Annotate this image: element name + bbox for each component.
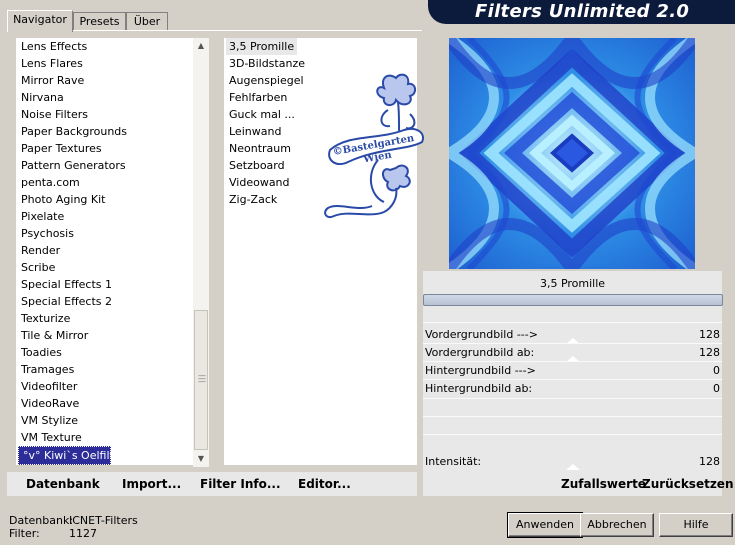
param-divider xyxy=(423,379,722,380)
category-item[interactable]: Psychosis xyxy=(17,225,74,242)
filter-item[interactable]: Zig-Zack xyxy=(226,191,280,208)
category-item[interactable]: Mirror Rave xyxy=(17,72,84,89)
filter-item[interactable]: Videowand xyxy=(226,174,293,191)
editor-link[interactable]: Editor... xyxy=(298,477,351,491)
param-divider xyxy=(423,416,722,417)
category-item-selected[interactable]: °v° Kiwi`s Oelfilter xyxy=(18,446,125,465)
tab-presets[interactable]: Presets xyxy=(73,12,126,31)
database-link-label: Datenbank xyxy=(26,477,100,491)
category-item[interactable]: Noise Filters xyxy=(17,106,88,123)
param-label-hintergrund-ab: Hintergrundbild ab: xyxy=(425,382,533,395)
param-label-vordergrund-ab: Vordergrundbild ab: xyxy=(425,346,535,359)
param-value-vordergrund-ab[interactable]: 128 xyxy=(690,346,720,359)
param-value-hintergrund[interactable]: 0 xyxy=(690,364,720,377)
category-item[interactable]: VM Texture xyxy=(17,429,82,446)
grip-icon: — — — xyxy=(198,371,206,386)
preview-image xyxy=(449,38,695,269)
category-item[interactable]: penta.com xyxy=(17,174,80,191)
param-divider xyxy=(423,361,722,362)
editor-link-label: Editor... xyxy=(298,477,351,491)
param-divider xyxy=(423,322,722,323)
filter-item[interactable]: Leinwand xyxy=(226,123,284,140)
status-filter-value: 1127 xyxy=(69,527,97,540)
help-button[interactable]: Hilfe xyxy=(659,513,733,537)
tab-navigator[interactable]: Navigator xyxy=(7,10,73,32)
category-item[interactable]: Tramages xyxy=(17,361,74,378)
filter-item[interactable]: Neontraum xyxy=(226,140,294,157)
filter-item[interactable]: Augenspiegel xyxy=(226,72,307,89)
param-value-hintergrund-ab[interactable]: 0 xyxy=(690,382,720,395)
category-item[interactable]: Pattern Generators xyxy=(17,157,126,174)
intensity-value[interactable]: 128 xyxy=(690,455,720,468)
category-item[interactable]: VideoRave xyxy=(17,395,79,412)
category-item[interactable]: Paper Textures xyxy=(17,140,102,157)
filter-progress-bar xyxy=(423,294,723,306)
intensity-label: Intensität: xyxy=(425,455,482,468)
param-value-vordergrund[interactable]: 128 xyxy=(690,328,720,341)
category-item[interactable]: Lens Flares xyxy=(17,55,83,72)
filter-info-link-label: Filter Info... xyxy=(200,477,281,491)
category-item[interactable]: Special Effects 1 xyxy=(17,276,112,293)
category-item[interactable]: Paper Backgrounds xyxy=(17,123,127,140)
category-item[interactable]: Scribe xyxy=(17,259,55,276)
cancel-button[interactable]: Abbrechen xyxy=(580,513,654,537)
param-divider xyxy=(423,398,722,399)
random-values-link[interactable]: Zufallswerte xyxy=(561,477,646,491)
category-item[interactable]: Texturize xyxy=(17,310,70,327)
filter-info-link[interactable]: Filter Info... xyxy=(200,477,281,491)
category-item[interactable]: Render xyxy=(17,242,60,259)
param-divider xyxy=(423,343,722,344)
slider-thumb-icon[interactable] xyxy=(566,464,580,470)
scroll-down-icon[interactable]: ▼ xyxy=(193,451,209,467)
category-item[interactable]: Special Effects 2 xyxy=(17,293,112,310)
import-link[interactable]: Import... xyxy=(122,477,181,491)
status-filter-label: Filter: xyxy=(9,527,40,540)
status-database-value: ICNET-Filters xyxy=(69,514,138,527)
param-divider xyxy=(423,434,722,435)
reset-link[interactable]: Zurücksetzen xyxy=(642,477,733,491)
filter-item[interactable]: Guck mal ... xyxy=(226,106,298,123)
apply-button[interactable]: Anwenden xyxy=(507,512,583,538)
current-filter-name: 3,5 Promille xyxy=(539,277,606,290)
status-database-label: Datenbank: xyxy=(9,514,74,527)
category-item[interactable]: Tile & Mirror xyxy=(17,327,88,344)
filter-item[interactable]: Setzboard xyxy=(226,157,288,174)
category-list-items: Lens Effects Lens Flares Mirror Rave Nir… xyxy=(17,38,192,465)
database-link[interactable]: Datenbank xyxy=(26,477,100,491)
param-label-vordergrund: Vordergrundbild ---> xyxy=(425,328,538,341)
category-item[interactable]: Toadies xyxy=(17,344,62,361)
app-title: Filters Unlimited 2.0 xyxy=(475,1,690,22)
category-item[interactable]: Photo Aging Kit xyxy=(17,191,105,208)
tab-ueber[interactable]: Über xyxy=(126,12,168,31)
watermark-logo: ©Bastelgarten Wien xyxy=(324,73,424,218)
filter-item[interactable]: 3D-Bildstanze xyxy=(226,55,308,72)
category-item[interactable]: Videofilter xyxy=(17,378,77,395)
category-item[interactable]: Lens Effects xyxy=(17,38,87,55)
category-item[interactable]: Nirvana xyxy=(17,89,64,106)
filter-item[interactable]: Fehlfarben xyxy=(226,89,290,106)
scroll-up-icon[interactable]: ▲ xyxy=(193,38,209,54)
category-item[interactable]: VM Stylize xyxy=(17,412,78,429)
param-label-hintergrund: Hintergrundbild ---> xyxy=(425,364,536,377)
filter-item-selected[interactable]: 3,5 Promille xyxy=(226,38,298,55)
import-link-label: Import... xyxy=(122,477,182,491)
category-item[interactable]: Pixelate xyxy=(17,208,64,225)
scroll-thumb[interactable]: — — — xyxy=(194,310,208,450)
